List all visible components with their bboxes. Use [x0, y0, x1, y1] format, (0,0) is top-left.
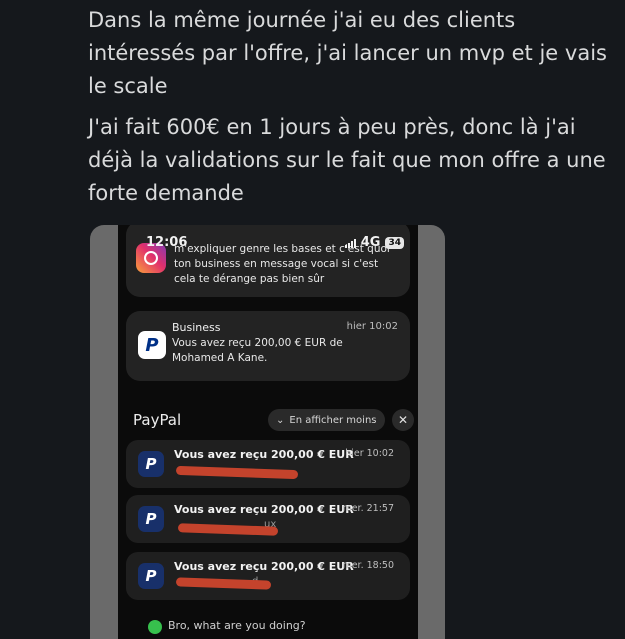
business-notification[interactable]: P Business hier 10:02 Vous avez reçu 200… [126, 311, 410, 381]
payment-notification-3[interactable]: P Vous avez reçu 200,00 € EUR mer. 18:50… [126, 552, 410, 600]
chevron-down-icon: ⌄ [276, 414, 285, 426]
business-line-1: Vous avez reçu 200,00 € EUR de [172, 337, 343, 349]
post-text: Dans la même journée j'ai eu des clients… [88, 4, 618, 218]
group-title: PayPal [133, 411, 182, 429]
paypal-icon: P [138, 563, 164, 589]
close-group-button[interactable]: ✕ [392, 409, 414, 431]
instagram-line-3: cela te dérange pas bien sûr [174, 273, 325, 285]
payment-time: mer. 18:50 [342, 560, 394, 571]
phone-screen: m'expliquer genre les bases et c'est quo… [118, 225, 418, 639]
payment-time: hier 10:02 [345, 448, 394, 459]
paypal-icon: P [138, 331, 166, 359]
embedded-screenshot: m'expliquer genre les bases et c'est quo… [90, 225, 445, 639]
redaction-mark [175, 577, 272, 590]
status-time: 12:06 [146, 235, 188, 250]
signal-icon [344, 238, 356, 248]
status-bar: 12:06 4G 34 [118, 235, 418, 253]
post-paragraph-1: Dans la même journée j'ai eu des clients… [88, 8, 607, 98]
redaction-mark [175, 465, 299, 480]
show-less-button[interactable]: ⌄ En afficher moins [268, 409, 385, 431]
post-paragraph-2: J'ai fait 600€ en 1 jours à peu près, do… [88, 115, 606, 205]
business-title: Business [172, 321, 221, 334]
payment-title: Vous avez reçu 200,00 € EUR [174, 560, 354, 573]
close-icon: ✕ [397, 413, 409, 427]
show-less-label: En afficher moins [289, 414, 377, 426]
peek-text: Bro, what are you doing? [168, 619, 306, 632]
battery-icon: 34 [385, 236, 404, 249]
paypal-icon: P [138, 451, 164, 477]
business-line-2: Mohamed A Kane. [172, 352, 268, 364]
paypal-icon: P [138, 506, 164, 532]
network-label: 4G [360, 235, 381, 250]
stacked-notification-peek[interactable]: Bro, what are you doing? [148, 617, 398, 639]
business-time: hier 10:02 [346, 321, 398, 332]
payment-notification-1[interactable]: P Vous avez reçu 200,00 € EUR hier 10:02 [126, 440, 410, 488]
payment-time: mer. 21:57 [342, 503, 394, 514]
messages-icon [148, 620, 162, 634]
payment-title: Vous avez reçu 200,00 € EUR [174, 448, 354, 461]
status-indicators: 4G 34 [344, 235, 404, 250]
paypal-group-header: PayPal ⌄ En afficher moins ✕ [128, 409, 414, 433]
payment-notification-2[interactable]: P Vous avez reçu 200,00 € EUR mer. 21:57… [126, 495, 410, 543]
payment-title: Vous avez reçu 200,00 € EUR [174, 503, 354, 516]
instagram-line-2: ton business en message vocal si c'est [174, 258, 379, 270]
